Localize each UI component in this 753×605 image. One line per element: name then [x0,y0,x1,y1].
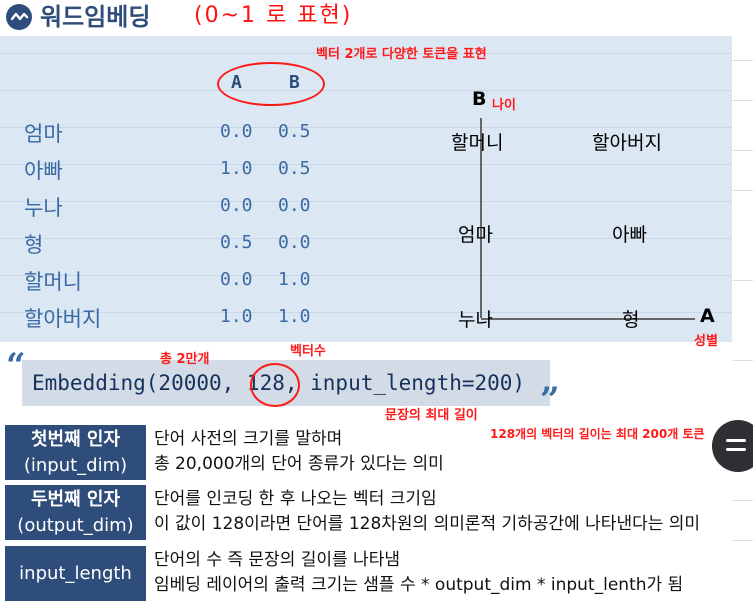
vector-count-circle [250,363,300,407]
plot-axis-a-label: A [700,305,715,327]
param-desc: 단어 사전의 크기를 말하며 [154,429,343,449]
plot-point-label: 형 [622,309,640,331]
table-row-b: 1.0 [278,269,311,290]
plot-point-label: 할머니 [451,132,504,154]
table-row-word: 할머니 [24,270,82,294]
table-row-a: 1.0 [220,158,253,179]
param-desc: 단어의 수 즉 문장의 길이를 나타냄 [154,550,400,570]
table-row-b: 0.0 [278,232,311,253]
gender-annotation: 성별 [694,334,718,349]
table-row-word: 할아버지 [24,307,102,331]
plot-point-label: 엄마 [458,224,493,246]
table-row-b: 0.5 [278,158,311,179]
param-box-output-dim: 두번째 인자 (output_dim) [5,485,146,540]
menu-icon[interactable] [712,420,753,472]
page-title: 워드임베딩 [40,3,151,31]
wave-circle-icon [6,4,32,30]
strip-divider [733,280,753,281]
plot-point-label: 할아버지 [592,132,662,154]
strip-divider [733,150,753,151]
param-box-input-length: input_length [5,546,146,601]
strip-divider [733,540,753,541]
table-row-b: 0.5 [278,121,311,142]
plot-point-label: 아빠 [612,224,647,246]
param-sub: (input_dim) [23,455,128,476]
strip-divider [733,190,753,191]
param-sub: (output_dim) [17,515,134,536]
max-length-annotation: 문장의 최대 길이 [385,408,478,423]
strip-divider [733,60,753,61]
param-desc: 임베딩 레이어의 출력 크기는 샘플 수 * output_dim * inpu… [154,575,684,595]
vector-note: 벡터 2개로 다양한 토큰을 표현 [316,47,487,62]
param-name: 두번째 인자 [30,489,121,510]
close-quote-mark: ” [540,380,560,420]
embedding-panel [0,36,732,342]
age-annotation: 나이 [492,98,516,113]
table-row-a: 0.0 [220,195,253,216]
plot-axis-b-label: B [472,88,487,110]
table-row-b: 0.0 [278,195,311,216]
param-name: 첫번째 인자 [30,429,121,450]
table-row-a: 0.5 [220,232,253,253]
strip-divider [733,360,753,361]
table-row-a: 0.0 [220,269,253,290]
param-desc: 이 값이 128이라면 단어를 128차원의 의미론적 기하공간에 나타낸다는 … [154,514,701,534]
table-row-word: 아빠 [24,159,63,183]
param-box-input-dim: 첫번째 인자 (input_dim) [5,425,146,480]
param-name: input_length [19,563,132,584]
table-row-b: 1.0 [278,306,311,327]
vocab-annotation: 총 2만개 [160,352,210,367]
strip-divider [733,100,753,101]
header-highlight-circle [217,62,325,106]
vector-count-annotation: 벡터수 [290,344,326,359]
strip-divider [733,500,753,501]
table-row-word: 형 [24,233,44,257]
table-row-word: 엄마 [24,122,63,146]
table-row-a: 1.0 [220,306,253,327]
table-row-a: 0.0 [220,121,253,142]
right-scroll-strip [733,34,753,605]
length-note-annotation: 128개의 벡터의 길이는 최대 200개 토큰 [490,427,705,441]
plot-point-label: 누나 [458,309,493,331]
param-desc: 단어를 인코딩 한 후 나오는 벡터 크기임 [154,489,437,509]
title-annotation: (0~1 로 표현) [194,3,353,28]
plot-x-axis [481,318,695,320]
table-row-word: 누나 [24,196,63,220]
param-desc: 총 20,000개의 단어 종류가 있다는 의미 [154,454,444,474]
